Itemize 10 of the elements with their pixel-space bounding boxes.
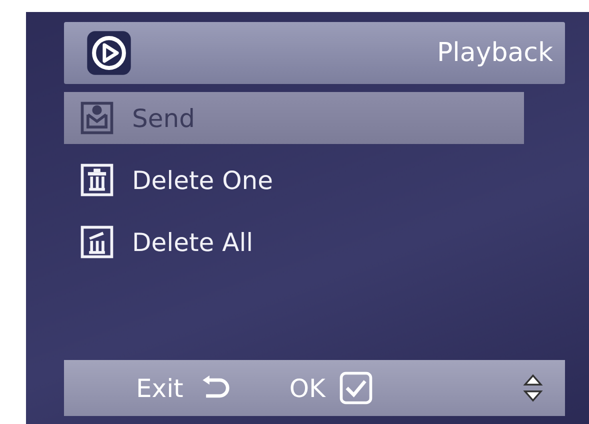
checkbox-icon — [339, 371, 374, 405]
play-icon — [86, 30, 132, 76]
ok-label: OK — [289, 374, 326, 402]
exit-label: Exit — [136, 374, 184, 402]
menu-item[interactable]: Delete One — [64, 154, 524, 206]
trash-icon — [80, 225, 114, 259]
menu-item[interactable]: Delete All — [64, 216, 524, 268]
envelope-icon — [80, 101, 114, 135]
header-title: Playback — [436, 38, 553, 68]
trash-icon — [80, 163, 114, 197]
